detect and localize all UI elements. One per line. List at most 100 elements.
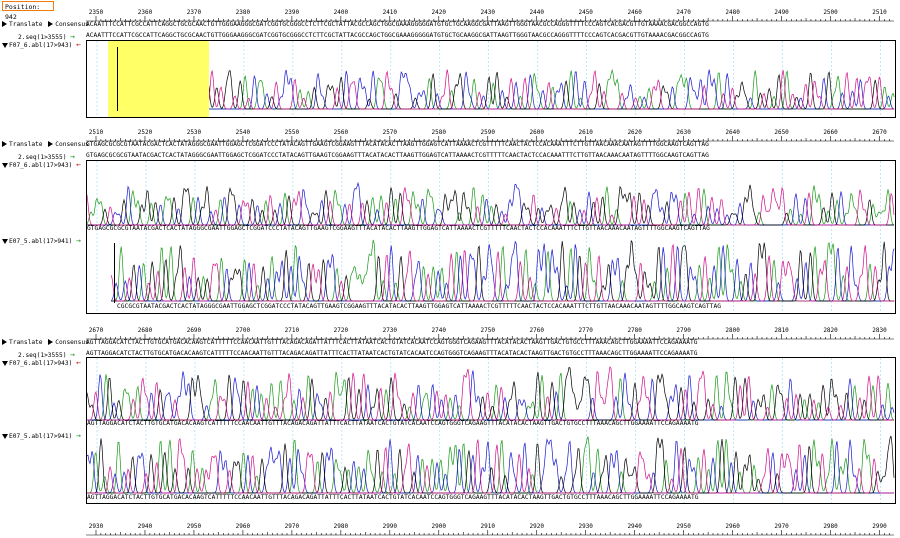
read2-name[interactable]: E07_5.abl(17>941) — [9, 238, 72, 245]
ruler-tick-label: 2580 — [432, 129, 447, 136]
read1-name[interactable]: F07_6.abl(17>943) — [9, 162, 72, 169]
ruler-tick-label: 2940 — [138, 523, 153, 530]
reference-sequence: GTGAGCGCGCGTAATACGACTCACTATAGGGCGAATTGGA… — [86, 152, 709, 159]
expand-triangle-icon[interactable] — [2, 339, 7, 345]
translate-label[interactable]: Translate — [9, 141, 43, 148]
ruler-tick-label: 2480 — [725, 9, 740, 16]
translate-label[interactable]: Translate — [9, 339, 43, 346]
collapse-triangle-icon[interactable] — [2, 360, 8, 366]
consensus-sequence: ACAATTTCCATTCGCCATTCAGGCTGCGCAACTGTTGGGA… — [86, 21, 709, 28]
read1-name[interactable]: F07_6.abl(17>943) — [9, 360, 72, 367]
ruler-tick-label: 2930 — [89, 523, 104, 530]
reverse-arrow-icon: ← — [76, 358, 81, 367]
ruler-tick-label: 2780 — [627, 327, 642, 334]
ruler-tick-label: 2550 — [285, 129, 300, 136]
ruler-tick-label: 2980 — [823, 523, 838, 530]
ruler-tick-label: 2590 — [481, 129, 496, 136]
ruler-tick-label: 2810 — [774, 327, 789, 334]
read1-label[interactable]: F07_6.abl(17>943) ← — [2, 160, 81, 169]
read1-label[interactable]: F07_6.abl(17>943) ← — [2, 40, 81, 49]
expand-triangle-icon[interactable] — [2, 21, 7, 27]
ruler-tick-label: 2390 — [285, 9, 300, 16]
edit-cursor — [117, 47, 118, 111]
ruler-tick-label: 2410 — [383, 9, 398, 16]
collapse-triangle-icon[interactable] — [2, 42, 8, 48]
consensus-row-2[interactable]: Translate Consensus — [2, 141, 89, 148]
read1-sequence: GTGAGCGCGCGTAATACGACTCACTATAGGGCGAATTGGA… — [87, 225, 710, 232]
consensus-sequence: GTGAGCGCGCGTAATACGACTCACTATAGGGCGAATTGGA… — [86, 141, 709, 148]
ruler-svg: 2510 2520 2530 2540 2550 2560 2570 2580 2590 2600… — [86, 129, 894, 142]
ruler-tick-label: 2710 — [285, 327, 300, 334]
consensus-row-3[interactable]: Translate Consensus — [2, 339, 89, 346]
trace-g — [87, 435, 895, 494]
ruler-tick-label: 2510 — [89, 129, 104, 136]
ruler-tick-label: 2990 — [383, 523, 398, 530]
translate-label[interactable]: Translate — [9, 21, 43, 28]
ruler-tick-label: 2470 — [676, 9, 691, 16]
ruler-svg: 2350 2360 2370 2380 2390 2400 2410 2420 2430 2440… — [86, 9, 894, 22]
trace-panel-3[interactable]: AGTTAGGACATCTACTTGTGCATGACACAAGTCATTTTTC… — [86, 357, 896, 504]
ruler-tick-label: 2770 — [578, 327, 593, 334]
ruler-tick-label: 2720 — [334, 327, 349, 334]
ruler-tick-label: 2360 — [138, 9, 153, 16]
expand-triangle-icon[interactable] — [48, 141, 54, 147]
ruler-tick-label: 2790 — [676, 327, 691, 334]
ruler-tick-label: 2380 — [236, 9, 251, 16]
reverse-arrow-icon: ← — [76, 160, 81, 169]
read2-start-marker — [114, 243, 115, 303]
trace-g — [87, 184, 894, 226]
ruler-tick-label: 2750 — [481, 327, 496, 334]
ruler-tick-label: 2740 — [432, 327, 447, 334]
ruler-tick-label: 2640 — [725, 129, 740, 136]
ruler-tick-label: 2730 — [383, 327, 398, 334]
ruler-tick-label: 2560 — [334, 129, 349, 136]
chromatogram-trace — [87, 161, 895, 313]
position-indicator: Position: 942 — [2, 1, 54, 21]
ruler-tick-label: 2530 — [187, 129, 202, 136]
ruler-tick-label: 2960 — [236, 523, 251, 530]
ruler-tick-label: 2930 — [578, 523, 593, 530]
read1-label[interactable]: F07_6.abl(17>943) ← — [2, 358, 81, 367]
collapse-triangle-icon[interactable] — [2, 162, 8, 168]
consensus-label[interactable]: Consensus — [55, 21, 89, 28]
read2-label[interactable]: E07_5.abl(17>941) → — [2, 236, 81, 245]
expand-triangle-icon[interactable] — [2, 141, 7, 147]
ruler-tick-label: 2350 — [89, 9, 104, 16]
selection-highlight — [108, 41, 209, 117]
trace-c — [87, 438, 894, 494]
ruler-tick-label: 2610 — [578, 129, 593, 136]
ruler-tick-label: 2950 — [187, 523, 202, 530]
expand-triangle-icon[interactable] — [48, 21, 54, 27]
read2-sequence: AGTTAGGACATCTACTTGTGCATGACACAAGTCATTTTTC… — [87, 494, 699, 501]
expand-triangle-icon[interactable] — [48, 339, 54, 345]
ruler-tick-label: 2920 — [530, 523, 545, 530]
ruler-tick-label: 2700 — [236, 327, 251, 334]
consensus-label[interactable]: Consensus — [55, 141, 89, 148]
ruler-tick-label: 2900 — [432, 523, 447, 530]
read2-name[interactable]: E07_5.abl(17>941) — [9, 433, 72, 440]
ruler-tick-label: 2800 — [725, 327, 740, 334]
read2-label[interactable]: E07_5.abl(17>941) → — [2, 431, 81, 440]
consensus-label[interactable]: Consensus — [55, 339, 89, 346]
ruler-tick-label: 2970 — [285, 523, 300, 530]
trace-g — [111, 70, 895, 110]
ruler-tick-label: 2600 — [530, 129, 545, 136]
ruler-tick-label: 2520 — [138, 129, 153, 136]
ruler-svg: 2930 2940 2950 2960 2970 2980 2990 2900 2910 2920… — [86, 523, 894, 536]
ruler-tick-label: 2400 — [334, 9, 349, 16]
ruler-tick-label: 2910 — [481, 523, 496, 530]
ruler-tick-label: 2570 — [383, 129, 398, 136]
reference-sequence: ACAATTTCCATTCGCCATTCAGGCTGCGCAACTGTTGGGA… — [86, 32, 709, 39]
ruler-tick-label: 2500 — [823, 9, 838, 16]
trace-panel-1[interactable] — [86, 40, 896, 118]
collapse-triangle-icon[interactable] — [2, 238, 8, 244]
reference-sequence: AGTTAGGACATCTACTTGTGCATGACACAAGTCATTTTTC… — [86, 350, 698, 357]
ruler-tick-label: 2970 — [774, 523, 789, 530]
read1-name[interactable]: F07_6.abl(17>943) — [9, 42, 72, 49]
consensus-row-1[interactable]: Translate Consensus — [2, 21, 89, 28]
chromatogram-trace — [87, 358, 895, 503]
collapse-triangle-icon[interactable] — [2, 433, 8, 439]
trace-panel-2[interactable]: GTGAGCGCGCGTAATACGACTCACTATAGGGCGAATTGGA… — [86, 160, 896, 314]
consensus-sequence: AGTTAGGACATCTACTTGTGCATGACACAAGTCATTTTTC… — [86, 339, 698, 346]
ruler-tick-label: 2940 — [627, 523, 642, 530]
